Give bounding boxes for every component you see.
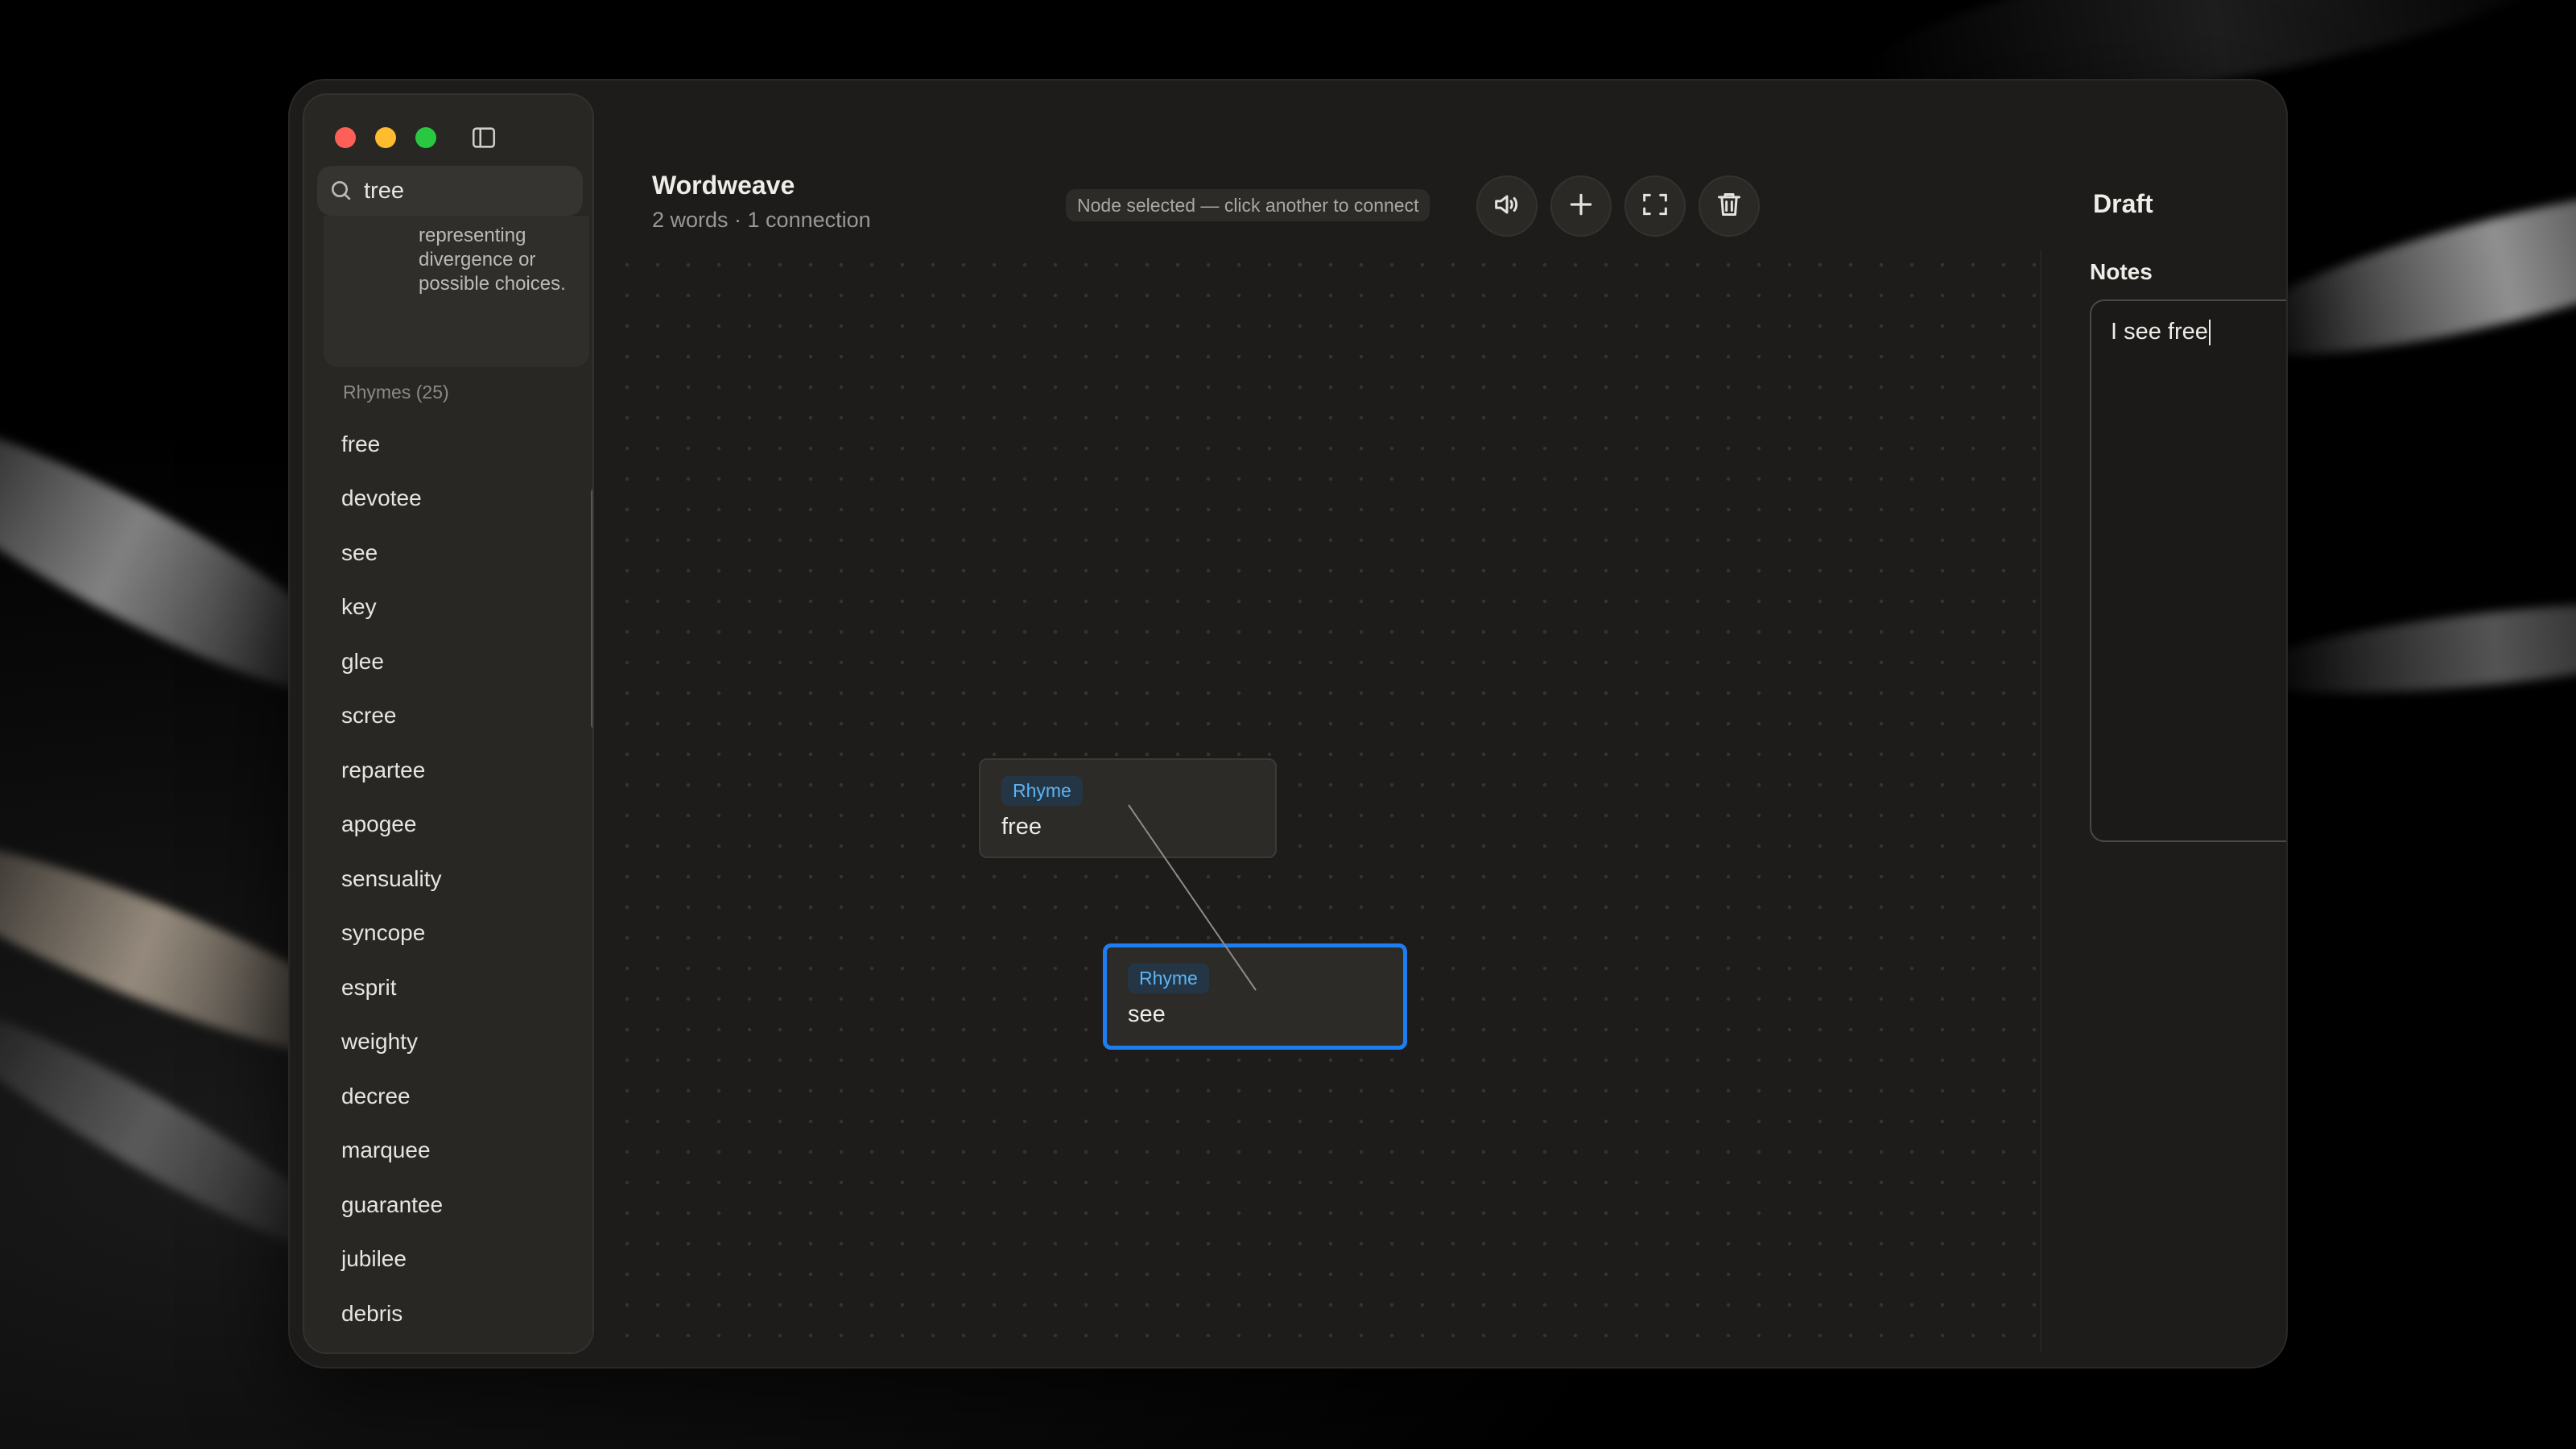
graph-summary: 2 words · 1 connection [652,208,871,232]
sidebar-toggle-icon[interactable] [470,124,497,151]
search-bar [317,166,592,216]
minimize-window-button[interactable] [375,127,396,148]
app-window: representing divergence or possible choi… [290,80,2286,1367]
definition-line: representing [419,225,526,246]
word-list-item[interactable]: syncope [330,906,572,961]
word-list-item[interactable]: debris [330,1286,572,1341]
word-list-item[interactable]: key [330,580,572,635]
trash-icon [1713,188,1745,225]
plus-icon [1565,188,1597,225]
word-list-item[interactable]: weighty [330,1015,572,1070]
sidebar-scrollbar[interactable] [591,488,592,729]
speak-button[interactable] [1476,175,1538,237]
word-list-item[interactable]: plea [330,1341,572,1353]
notes-label: Notes [2090,259,2153,284]
search-input[interactable] [364,177,592,204]
notes-text: I see free [2111,319,2208,345]
word-list-item[interactable]: scree [330,689,572,744]
word-list-item[interactable]: jubilee [330,1232,572,1287]
add-node-button[interactable] [1550,175,1612,237]
definition-line: divergence or [419,249,536,270]
word-list-item[interactable]: glee [330,634,572,689]
node-word: free [1001,814,1042,840]
node-word: see [1128,1001,1166,1027]
draft-panel-title: Draft [2093,189,2153,218]
app-title: Wordweave [652,171,795,200]
word-list-item[interactable]: devotee [330,472,572,526]
window-controls [335,127,436,148]
word-node-see-selected[interactable]: Rhyme see [1103,943,1407,1050]
text-caret [2208,320,2211,346]
word-list-item[interactable]: marquee [330,1124,572,1179]
fullscreen-icon [1639,188,1671,225]
rhymes-section-label: Rhymes (25) [343,382,449,402]
node-type-badge: Rhyme [1001,776,1083,806]
word-list-item[interactable]: esprit [330,960,572,1015]
node-type-badge: Rhyme [1128,964,1209,993]
connect-status-badge: Node selected — click another to connect [1066,189,1430,221]
fit-view-button[interactable] [1624,175,1686,237]
word-list-item[interactable]: repartee [330,743,572,798]
notes-textarea[interactable]: I see free [2090,299,2286,842]
word-list-item[interactable]: free [330,417,572,472]
rhyme-word-list: free devotee see key glee scree repartee… [330,417,572,1353]
close-window-button[interactable] [335,127,356,148]
sidebar: representing divergence or possible choi… [303,93,594,1354]
zoom-window-button[interactable] [415,127,436,148]
delete-node-button[interactable] [1699,175,1760,237]
word-graph-canvas[interactable]: Rhyme free Rhyme see [612,250,2041,1352]
node-connection-line [1128,804,1257,991]
search-icon [328,178,354,204]
word-list-item[interactable]: decree [330,1069,572,1124]
word-list-item[interactable]: guarantee [330,1178,572,1232]
word-list-item[interactable]: see [330,526,572,580]
definition-line: possible choices. [419,273,566,295]
word-definition-card: representing divergence or possible choi… [324,216,589,367]
word-list-item[interactable]: sensuality [330,852,572,906]
wallpaper-streak [2235,584,2576,712]
word-node-free[interactable]: Rhyme free [979,758,1277,858]
speaker-icon [1491,188,1523,225]
word-list-item[interactable]: apogee [330,798,572,852]
